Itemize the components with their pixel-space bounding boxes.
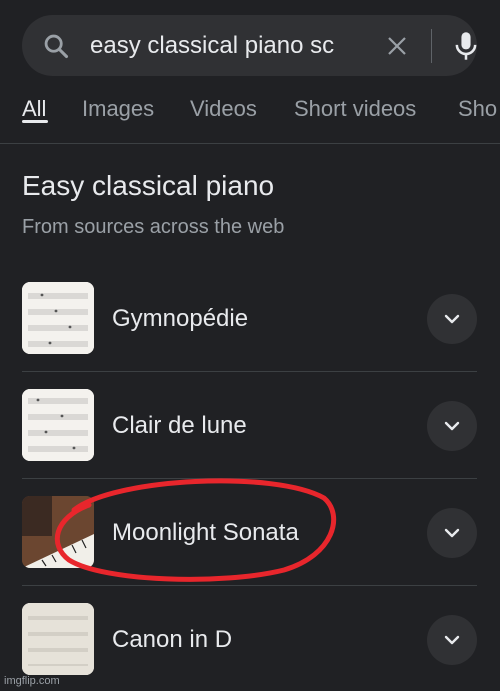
microphone-icon[interactable] [452, 30, 480, 62]
search-tabs: All Images Videos Short videos Sho [0, 96, 500, 138]
sheet-music-thumbnail [22, 389, 94, 461]
watermark: imgflip.com [4, 675, 60, 687]
list-item[interactable]: Clair de lune [0, 372, 500, 479]
section-title: Easy classical piano [22, 170, 275, 201]
tab-videos[interactable]: Videos [190, 96, 257, 122]
search-input[interactable]: easy classical piano sc [90, 15, 368, 76]
tab-shopping[interactable]: Sho [458, 96, 497, 122]
clear-icon[interactable] [385, 34, 409, 58]
result-label[interactable]: Canon in D [112, 626, 232, 654]
chevron-down-icon [444, 635, 460, 645]
result-label[interactable]: Clair de lune [112, 412, 247, 440]
chevron-down-icon [444, 314, 460, 324]
expand-button[interactable] [427, 294, 477, 344]
expand-button[interactable] [427, 401, 477, 451]
search-divider [431, 29, 432, 63]
result-label[interactable]: Gymnopédie [112, 305, 248, 333]
tabs-divider [0, 143, 500, 144]
chevron-down-icon [444, 421, 460, 431]
tab-images[interactable]: Images [82, 96, 154, 122]
sheet-music-thumbnail [22, 282, 94, 354]
expand-button[interactable] [427, 508, 477, 558]
active-tab-indicator [22, 120, 48, 123]
list-item[interactable]: Gymnopédie [0, 265, 500, 372]
section-subtitle: From sources across the web [22, 216, 285, 238]
list-item[interactable]: Moonlight Sonata [0, 479, 500, 586]
tab-short-videos[interactable]: Short videos [294, 96, 416, 122]
search-bar[interactable]: easy classical piano sc [22, 15, 477, 76]
expand-button[interactable] [427, 615, 477, 665]
tab-all[interactable]: All [22, 96, 46, 122]
list-item[interactable]: Canon in D [0, 586, 500, 691]
chevron-down-icon [444, 528, 460, 538]
search-icon [44, 34, 69, 59]
result-label[interactable]: Moonlight Sonata [112, 519, 299, 547]
sheet-music-thumbnail [22, 603, 94, 675]
piano-photo-thumbnail [22, 496, 94, 568]
